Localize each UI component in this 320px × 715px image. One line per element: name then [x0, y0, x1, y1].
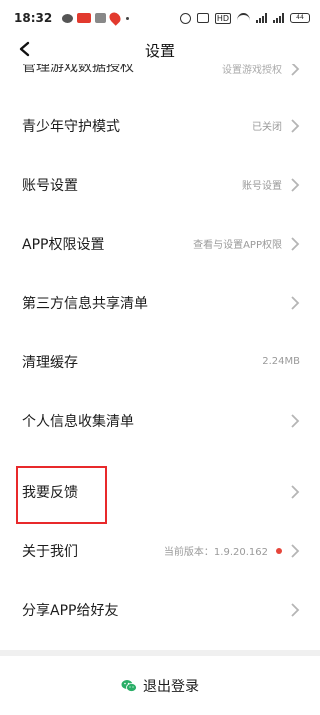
- hd-icon: HD: [214, 12, 231, 24]
- row-value: 已关闭: [252, 122, 282, 133]
- battery-icon: 44: [290, 13, 310, 23]
- highlight-box: [16, 466, 107, 524]
- row-value: 查看与设置APP权限: [193, 240, 282, 251]
- list-item-teen-mode[interactable]: 青少年守护模式 已关闭: [0, 96, 320, 155]
- row-label: 账号设置: [22, 177, 78, 194]
- list-item-third-party-sharing[interactable]: 第三方信息共享清单: [0, 273, 320, 332]
- settings-list: 管理游戏数据授权 设置游戏授权 青少年守护模式 已关闭 账号设置 账号设置 AP…: [0, 64, 320, 650]
- chevron-right-icon: [291, 413, 300, 428]
- row-label: 清理缓存: [22, 354, 78, 371]
- list-item-clear-cache[interactable]: 清理缓存 2.24MB: [0, 332, 320, 391]
- more-notifications-icon: [126, 16, 130, 20]
- row-label: 个人信息收集清单: [22, 413, 134, 430]
- chevron-right-icon: [291, 602, 300, 617]
- chevron-right-icon: [291, 484, 300, 499]
- chevron-right-icon: [291, 295, 300, 310]
- list-item-app-permissions[interactable]: APP权限设置 查看与设置APP权限: [0, 214, 320, 273]
- wifi-icon: [237, 13, 250, 23]
- logout-label: 退出登录: [143, 678, 199, 695]
- vibrate-icon: [196, 13, 209, 23]
- chevron-right-icon: [291, 543, 300, 558]
- update-badge: [276, 547, 282, 554]
- chevron-right-icon: [291, 236, 300, 251]
- list-item-account-settings[interactable]: 账号设置 账号设置: [0, 155, 320, 214]
- wechat-icon: [121, 679, 137, 692]
- row-value: 账号设置: [242, 181, 282, 192]
- alarm-icon: [179, 12, 191, 24]
- version-text: 当前版本：1.9.20.162: [163, 547, 268, 558]
- chevron-right-icon: [291, 118, 300, 133]
- chevron-right-icon: [291, 177, 300, 192]
- list-item-partial[interactable]: 管理游戏数据授权 设置游戏授权: [0, 64, 320, 76]
- row-label: 青少年守护模式: [22, 118, 120, 135]
- row-label: 第三方信息共享清单: [22, 295, 148, 312]
- chat-notification-icon: [62, 13, 74, 23]
- row-label: 关于我们: [22, 543, 78, 560]
- row-label: APP权限设置: [22, 236, 105, 253]
- message-notification-icon: [95, 13, 107, 23]
- status-time: 18:32: [14, 11, 53, 25]
- nav-bar: 设置: [0, 36, 320, 64]
- status-bar: 18:32 HD 44: [0, 0, 320, 36]
- page-title: 设置: [144, 42, 175, 60]
- signal-2-icon: [273, 13, 284, 23]
- row-label: 管理游戏数据授权: [22, 64, 134, 75]
- list-item-about-us[interactable]: 关于我们 当前版本：1.9.20.162: [0, 521, 320, 580]
- cache-size: 2.24MB: [262, 356, 300, 367]
- logout-button[interactable]: 退出登录: [0, 656, 320, 715]
- signal-icon: [256, 13, 267, 23]
- row-value: 设置游戏授权: [222, 65, 282, 76]
- map-notification-icon: [107, 10, 123, 26]
- list-item-personal-info[interactable]: 个人信息收集清单: [0, 391, 320, 450]
- row-label: 分享APP给好友: [22, 602, 119, 619]
- chevron-right-icon: [291, 64, 300, 76]
- app-notification-icon: [77, 13, 92, 23]
- list-item-share-app[interactable]: 分享APP给好友: [0, 580, 320, 639]
